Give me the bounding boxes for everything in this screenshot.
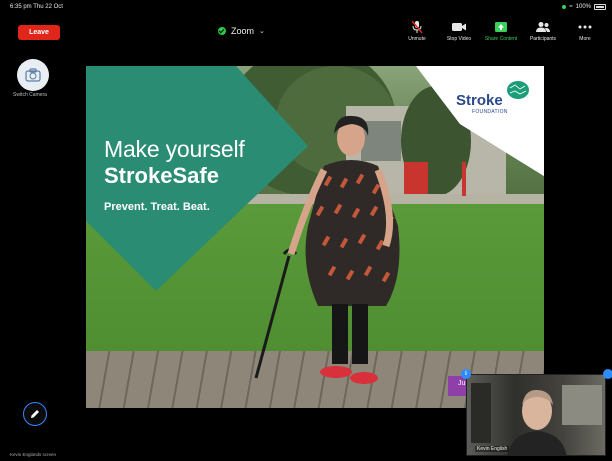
annotate-button[interactable]	[23, 402, 47, 426]
wifi-icon: ≈	[569, 4, 573, 10]
more-button[interactable]: More	[564, 20, 606, 48]
status-indicators: ≈ 100%	[562, 4, 606, 10]
switch-camera-label: Switch Camera	[13, 92, 47, 98]
meeting-toolbar: Leave Zoom ⌄ Unmute Stop Video Share Con…	[0, 14, 612, 50]
unmute-label: Unmute	[408, 36, 426, 42]
speaker-figure	[471, 383, 602, 455]
participants-icon	[535, 20, 551, 34]
switch-camera-icon	[25, 68, 41, 82]
participants-button[interactable]: Participants	[522, 20, 564, 48]
pencil-icon	[31, 410, 39, 418]
leave-button[interactable]: Leave	[18, 25, 60, 40]
share-screen-icon	[494, 20, 508, 34]
woman-with-cane-figure	[254, 115, 400, 384]
unmute-button[interactable]: Unmute	[396, 20, 438, 48]
shared-screen: Stroke FOUNDATION Make yourself StrokeSa…	[86, 66, 544, 408]
status-time: 6:35 pm Thu 22 Oct	[10, 4, 63, 10]
meeting-title-menu[interactable]: Zoom ⌄	[218, 24, 265, 38]
more-label: More	[579, 36, 591, 42]
speaker-name: Kevin English	[475, 446, 510, 452]
participants-label: Participants	[529, 36, 557, 42]
screen-share-owner-label: Kevin Englands screen	[10, 452, 57, 457]
active-speaker-video[interactable]: Kevin English	[466, 374, 606, 456]
mic-active-indicator-icon	[562, 5, 567, 9]
stop-video-label: Stop Video	[446, 36, 472, 42]
speaker-resize-handle[interactable]	[603, 369, 612, 379]
meeting-title: Zoom	[231, 26, 255, 36]
share-content-label: Share Content	[484, 36, 518, 42]
chevron-down-icon: ⌄	[259, 28, 265, 35]
share-content-button[interactable]: Share Content	[480, 20, 522, 48]
stop-video-button[interactable]: Stop Video	[438, 20, 480, 48]
battery-icon	[594, 4, 606, 10]
meeting-controls: Unmute Stop Video Share Content Particip…	[396, 20, 606, 48]
battery-percent: 100%	[575, 4, 591, 10]
switch-camera-button[interactable]	[17, 59, 49, 91]
video-icon	[451, 20, 467, 34]
speaker-info-badge[interactable]: i	[461, 369, 471, 379]
status-bar: 6:35 pm Thu 22 Oct ≈ 100%	[0, 0, 612, 14]
shield-check-icon	[218, 27, 226, 35]
more-icon	[578, 20, 592, 34]
mic-off-icon	[411, 20, 423, 34]
